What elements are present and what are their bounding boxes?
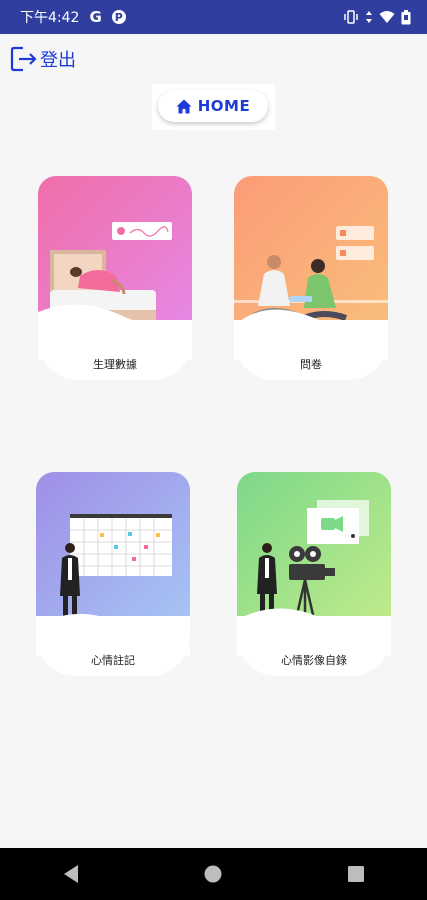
- back-icon: [64, 865, 79, 883]
- card-label: 生理數據: [93, 358, 137, 371]
- data-arrows-icon: [366, 11, 372, 23]
- wifi-icon: [379, 11, 395, 23]
- card-label: 問卷: [300, 358, 322, 371]
- logout-label: 登出: [40, 50, 76, 71]
- status-left: 下午4:42 G P: [20, 7, 126, 27]
- card-label: 心情影像自錄: [281, 654, 347, 667]
- status-right: [343, 9, 411, 25]
- logout-icon: [10, 46, 37, 72]
- vibrate-icon: [344, 10, 358, 24]
- card-questionnaire[interactable]: 問卷: [234, 176, 388, 380]
- parking-icon: P: [111, 10, 126, 24]
- recents-icon: [347, 866, 364, 882]
- status-bar: 下午4:42 G P: [0, 0, 427, 34]
- card-label: 心情註記: [91, 654, 135, 667]
- card-mood-video-record[interactable]: 心情影像自錄: [237, 472, 391, 676]
- home-circle-icon: [204, 865, 222, 883]
- home-icon: [176, 99, 192, 113]
- google-icon: G: [89, 8, 102, 26]
- recents-button[interactable]: [336, 854, 376, 894]
- home-button-container: HOME: [152, 84, 275, 130]
- home-nav-button[interactable]: [193, 854, 233, 894]
- card-mood-notes[interactable]: 心情註記: [36, 472, 190, 676]
- battery-icon: [401, 9, 411, 24]
- home-button[interactable]: HOME: [158, 90, 268, 122]
- system-nav-bar: [0, 848, 427, 900]
- logout-button[interactable]: 登出: [10, 46, 76, 72]
- home-label: HOME: [197, 97, 251, 115]
- back-button[interactable]: [51, 854, 91, 894]
- status-time: 下午4:42: [20, 10, 80, 26]
- card-physiological-data[interactable]: 生理數據: [38, 176, 192, 380]
